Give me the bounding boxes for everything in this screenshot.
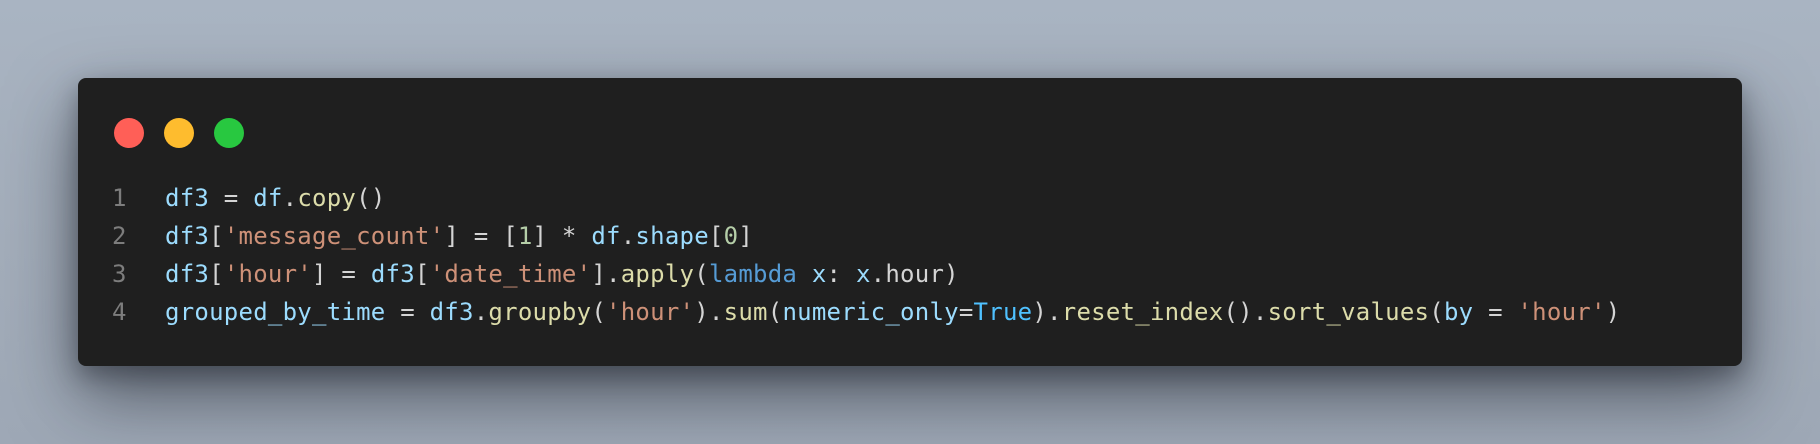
code-token-plain: = bbox=[209, 184, 254, 212]
code-token-variable: df3 bbox=[165, 222, 210, 250]
code-token-plain: ( bbox=[694, 260, 709, 288]
code-token-plain: . bbox=[282, 184, 298, 212]
code-text: grouped_by_time = df3.groupby('hour').su… bbox=[165, 293, 1620, 331]
code-token-variable: numeric_only bbox=[782, 298, 959, 326]
code-token-string: 'hour' bbox=[223, 260, 313, 288]
code-line: 2 df3['message_count'] = [1] * df.shape[0… bbox=[78, 217, 1742, 255]
line-number: 3 bbox=[112, 260, 127, 288]
code-token-plain: ] = [ bbox=[444, 222, 518, 250]
code-token-plain: ). bbox=[1032, 298, 1062, 326]
code-token-variable: by bbox=[1443, 298, 1474, 326]
window-controls bbox=[114, 118, 244, 148]
code-text: df3['message_count'] = [1] * df.shape[0] bbox=[165, 217, 753, 255]
code-token-variable: df3 bbox=[429, 298, 474, 326]
code-token-function: apply bbox=[620, 260, 695, 288]
line-number: 2 bbox=[112, 222, 127, 250]
code-token-plain: = bbox=[958, 298, 974, 326]
code-token-variable: df3 bbox=[370, 260, 415, 288]
code-token-plain: [ bbox=[414, 260, 430, 288]
code-token-number: 0 bbox=[723, 222, 739, 250]
close-button[interactable] bbox=[114, 118, 144, 148]
code-line: 1 df3 = df.copy() bbox=[78, 179, 1742, 217]
code-token-string: 'message_count' bbox=[223, 222, 445, 250]
code-line: 3 df3['hour'] = df3['date_time'].apply(la… bbox=[78, 255, 1742, 293]
code-token-variable: x bbox=[811, 260, 827, 288]
code-token-variable: df3 bbox=[165, 260, 210, 288]
code-token-plain: ] = bbox=[312, 260, 371, 288]
code-token-plain: ( bbox=[591, 298, 607, 326]
code-token-plain: () bbox=[356, 184, 386, 212]
code-token-plain: (). bbox=[1223, 298, 1268, 326]
code-token-plain: [ bbox=[209, 260, 224, 288]
code-text: df3 = df.copy() bbox=[165, 179, 386, 217]
code-token-variable: grouped_by_time bbox=[165, 298, 386, 326]
code-token-plain: = bbox=[1473, 298, 1518, 326]
code-token-plain: [ bbox=[708, 222, 724, 250]
code-token-variable: df bbox=[253, 184, 283, 212]
code-token-function: sum bbox=[723, 298, 768, 326]
code-token-plain: ( bbox=[767, 298, 783, 326]
code-token-plain: ] * bbox=[532, 222, 592, 250]
line-number: 1 bbox=[112, 184, 127, 212]
code-token-keyword: lambda bbox=[708, 260, 798, 288]
code-token-plain: ]. bbox=[591, 260, 621, 288]
code-block: 1 df3 = df.copy() 2 df3['message_count'] = … bbox=[78, 179, 1742, 331]
code-token-string: 'hour' bbox=[606, 298, 695, 326]
code-token-constant: True bbox=[973, 298, 1033, 326]
code-token-plain: . bbox=[473, 298, 489, 326]
code-token-number: 1 bbox=[517, 222, 533, 250]
code-token-plain: : bbox=[826, 260, 856, 288]
code-token-function: groupby bbox=[488, 298, 592, 326]
minimize-button[interactable] bbox=[164, 118, 194, 148]
code-token-variable: df bbox=[591, 222, 621, 250]
code-token-string: 'date_time' bbox=[429, 260, 592, 288]
code-token-variable: shape bbox=[635, 222, 709, 250]
code-token-plain: [ bbox=[209, 222, 224, 250]
code-token-plain: . bbox=[620, 222, 636, 250]
code-token-plain: ) bbox=[1605, 298, 1621, 326]
code-line: 4 grouped_by_time = df3.groupby('hour').s… bbox=[78, 293, 1742, 331]
line-number: 4 bbox=[112, 298, 127, 326]
code-token-plain: ] bbox=[738, 222, 754, 250]
code-token-plain: ). bbox=[694, 298, 724, 326]
code-token-plain: ( bbox=[1429, 298, 1444, 326]
code-token-variable: df3 bbox=[165, 184, 210, 212]
code-token-plain: .hour) bbox=[870, 260, 959, 288]
code-token-string: 'hour' bbox=[1517, 298, 1606, 326]
code-token-function: reset_index bbox=[1061, 298, 1224, 326]
code-token-plain: = bbox=[385, 298, 430, 326]
code-token-function: sort_values bbox=[1267, 298, 1430, 326]
code-token-variable: x bbox=[855, 260, 871, 288]
zoom-button[interactable] bbox=[214, 118, 244, 148]
code-window: 1 df3 = df.copy() 2 df3['message_count'] = … bbox=[78, 78, 1742, 366]
code-text: df3['hour'] = df3['date_time'].apply(lam… bbox=[165, 255, 959, 293]
code-token-function: copy bbox=[297, 184, 357, 212]
